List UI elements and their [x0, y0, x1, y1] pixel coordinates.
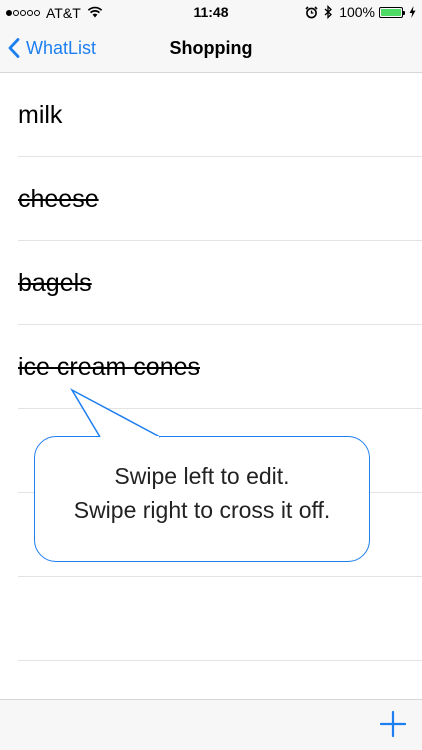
list-item-label: bagels: [18, 269, 92, 297]
page-title: Shopping: [169, 38, 253, 58]
hint-text: Swipe left to edit. Swipe right to cross…: [35, 459, 369, 527]
list-item-label: milk: [18, 101, 63, 129]
hint-line-2: Swipe right to cross it off.: [73, 497, 331, 523]
list-item[interactable]: ice cream cones: [0, 325, 422, 409]
status-bar: AT&T 11:48 100%: [0, 0, 422, 26]
hint-tooltip: Swipe left to edit. Swipe right to cross…: [34, 436, 370, 562]
plus-icon: [379, 710, 407, 738]
shopping-list: milk cheese bagels ice cream cones: [0, 73, 422, 661]
list-item[interactable]: cheese: [0, 157, 422, 241]
add-item-button[interactable]: [379, 710, 407, 738]
list-item[interactable]: bagels: [0, 241, 422, 325]
list-item-label: cheese: [18, 185, 99, 213]
status-right: 100%: [305, 4, 416, 20]
hint-line-1: Swipe left to edit.: [114, 463, 290, 489]
alarm-icon: [305, 5, 318, 19]
list-item-label: ice cream cones: [18, 353, 201, 381]
battery-percent: 100%: [339, 4, 375, 20]
bluetooth-icon: [324, 5, 333, 19]
list-item-empty[interactable]: [0, 577, 422, 661]
battery-icon: [379, 6, 405, 18]
list-item[interactable]: milk: [0, 73, 422, 157]
bottom-toolbar: [0, 699, 422, 750]
bolt-icon: [409, 6, 416, 18]
navigation-bar: WhatList Shopping: [0, 26, 422, 73]
